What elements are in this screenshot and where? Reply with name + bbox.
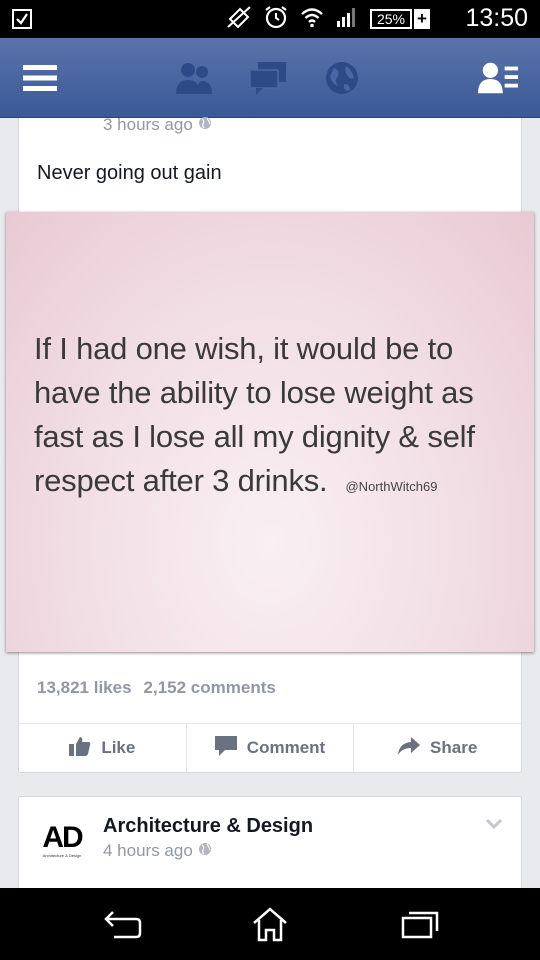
charging-indicator: +	[414, 9, 430, 29]
comment-label: Comment	[246, 738, 326, 757]
public-globe-icon	[198, 841, 212, 861]
page-name[interactable]: Architecture & Design	[103, 815, 313, 838]
chevron-down-icon[interactable]	[485, 817, 503, 835]
post-time-text: 3 hours ago	[103, 115, 193, 134]
comments-count[interactable]: 2,152 comments	[144, 678, 276, 698]
avatar-logo-subtext: Architecture & Design	[42, 853, 82, 858]
image-quote-text: If I had one wish, it would be to have t…	[34, 327, 514, 509]
thumbs-up-icon	[69, 736, 91, 761]
messages-icon[interactable]	[248, 58, 288, 98]
friends-icon[interactable]	[174, 58, 214, 98]
image-handle: @NorthWitch69	[345, 479, 438, 494]
post-actions: Like Comment Share	[19, 723, 521, 772]
battery-level: 25%	[370, 9, 412, 29]
mute-icon	[226, 5, 252, 34]
post-timestamp: 3 hours ago	[103, 115, 212, 135]
signal-icon	[336, 6, 358, 33]
globe-icon[interactable]	[322, 58, 362, 98]
comment-bubble-icon	[214, 735, 237, 761]
friend-list-icon[interactable]	[478, 58, 518, 98]
public-globe-icon	[198, 115, 212, 135]
post-stats: 13,821 likes 2,152 comments	[37, 678, 276, 698]
comment-button[interactable]: Comment	[187, 724, 355, 772]
quote-body: If I had one wish, it would be to have t…	[34, 331, 475, 498]
home-icon[interactable]	[248, 906, 292, 942]
post-text: Never going out gain	[37, 162, 222, 184]
recent-apps-icon[interactable]	[398, 906, 442, 942]
likes-count[interactable]: 13,821 likes	[37, 678, 132, 698]
share-button[interactable]: Share	[354, 724, 521, 772]
like-label: Like	[101, 738, 136, 757]
share-arrow-icon	[398, 736, 421, 760]
avatar-logo-text: AD	[42, 821, 83, 854]
alarm-icon	[264, 5, 288, 34]
system-nav-bar	[0, 888, 540, 960]
share-label: Share	[430, 738, 478, 757]
next-post-card: AD Architecture & Design Architecture & …	[18, 796, 522, 896]
menu-icon[interactable]	[20, 58, 60, 98]
page-avatar[interactable]: AD Architecture & Design	[35, 823, 89, 871]
post-image[interactable]: If I had one wish, it would be to have t…	[6, 212, 534, 652]
battery-icon: 25% +	[370, 9, 430, 29]
status-bar: 25% + 13:50	[0, 0, 540, 38]
like-button[interactable]: Like	[19, 724, 187, 772]
back-icon[interactable]	[100, 906, 144, 942]
checkbox-notification-icon	[12, 9, 32, 29]
app-top-bar	[0, 38, 540, 118]
wifi-icon	[300, 6, 324, 33]
next-post-time-text: 4 hours ago	[103, 841, 193, 860]
next-post-timestamp: 4 hours ago	[103, 841, 212, 861]
clock: 13:50	[465, 4, 528, 32]
